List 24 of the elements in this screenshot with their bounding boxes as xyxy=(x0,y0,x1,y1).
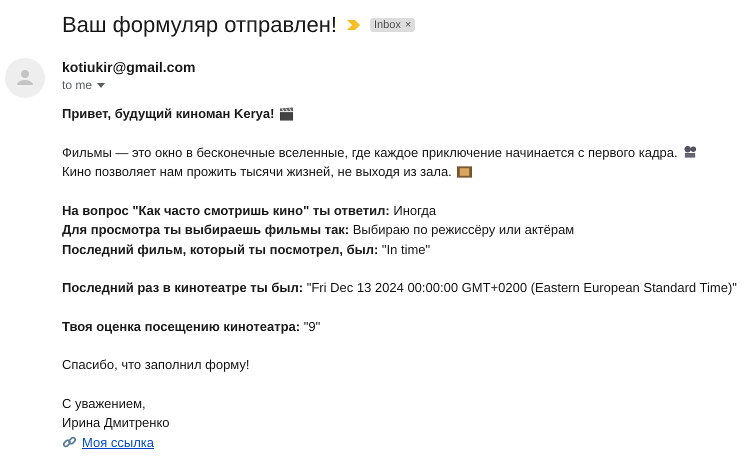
sender-email: kotiukir@gmail.com xyxy=(62,59,196,75)
answer-line: На вопрос "Как часто смотришь кино" ты ответил: Иногда xyxy=(62,202,436,218)
answer-line: Твоя оценка посещению кинотеатра: "9" xyxy=(62,318,320,334)
email-subject: Ваш формуляр отправлен! xyxy=(62,12,337,38)
caret-icon xyxy=(97,82,106,88)
projector-icon xyxy=(682,145,698,160)
signature-link[interactable]: Моя ссылка xyxy=(82,434,154,450)
body-text: Кино позволяет нам прожить тысячи жизней, не выходя из зала. xyxy=(62,164,452,180)
body-text: Ирина Дмитренко xyxy=(62,415,170,430)
answer-line: Последний раз в кинотеатре ты был: "Fri Dec 13 2024 00:00:00 GMT+0200 (Eastern European Standard Time)" xyxy=(62,280,737,296)
recipients-toggle[interactable]: to me xyxy=(62,78,196,92)
link-icon xyxy=(62,435,77,450)
answer-line: Для просмотра ты выбираешь фильмы так: Выбираю по режиссёру или актёрам xyxy=(62,222,574,238)
body-text: Фильмы — это окно в бесконечные вселенные, где каждое приключение начинается с первого кадра. xyxy=(62,144,678,160)
body-text: С уважением, xyxy=(62,396,146,411)
importance-marker-icon xyxy=(346,20,360,30)
body-text: Спасибо, что заполнил форму! xyxy=(62,357,250,372)
label-text: Inbox xyxy=(374,19,401,31)
film-frame-icon xyxy=(456,164,472,179)
greeting-text: Привет, будущий киноман Kerya! xyxy=(62,106,274,122)
avatar-icon xyxy=(5,58,45,98)
answer-line: Последний фильм, который ты посмотрел, был: "In time" xyxy=(62,242,430,257)
clapper-icon xyxy=(279,106,294,121)
remove-label-button[interactable]: × xyxy=(404,19,412,31)
